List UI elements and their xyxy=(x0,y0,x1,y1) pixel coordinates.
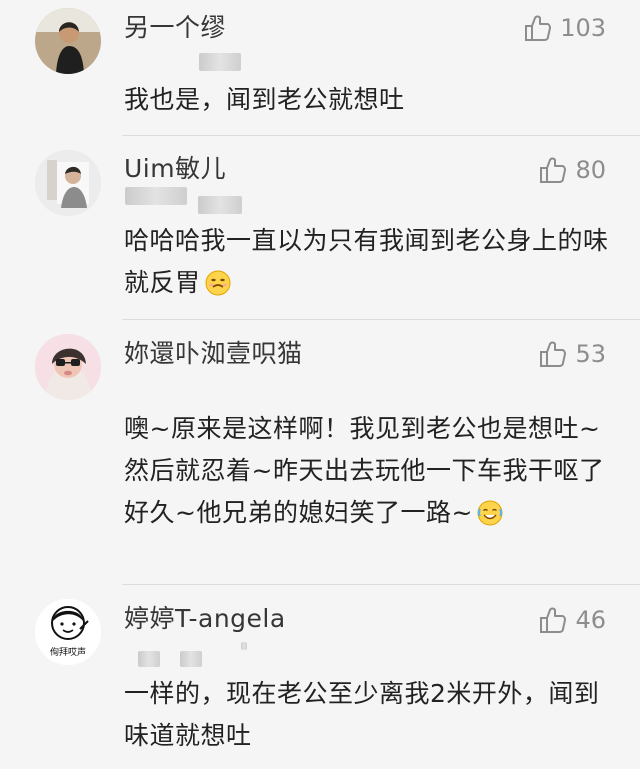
redacted-info xyxy=(241,642,247,650)
redacted-info xyxy=(138,651,160,667)
thumbs-up-icon xyxy=(540,157,567,183)
avatar-image xyxy=(35,334,101,400)
comment-text-content: 噢~原来是这样啊！我见到老公也是想吐~然后就忍着~昨天出去玩他一下车我干呕了好久… xyxy=(124,414,605,527)
avatar[interactable]: 侚拜哎声 xyxy=(35,599,101,665)
like-count: 46 xyxy=(575,606,606,634)
avatar[interactable] xyxy=(35,334,101,400)
like-button[interactable]: 103 xyxy=(524,14,606,42)
thumbs-up-icon xyxy=(525,15,552,41)
like-button[interactable]: 53 xyxy=(539,340,606,368)
embarrassed-emoji xyxy=(205,267,231,296)
redacted-info xyxy=(199,53,241,71)
comment-text: 噢~原来是这样啊！我见到老公也是想吐~然后就忍着~昨天出去玩他一下车我干呕了好久… xyxy=(124,408,609,534)
comment-item-4: 侚拜哎声 婷婷T-angela 46 一样的，现在老公至少离我2米开外，闻到味道… xyxy=(0,585,640,769)
like-button[interactable]: 46 xyxy=(539,606,606,634)
comment-item-3: 妳還卟洳壹呮猫 53 噢~原来是这样啊！我见到老公也是想吐~然后就忍着~昨天出去… xyxy=(0,320,640,584)
username[interactable]: 婷婷T-angela xyxy=(124,604,286,634)
comment-text: 一样的，现在老公至少离我2米开外，闻到味道就想吐 xyxy=(124,679,600,750)
username[interactable]: 另一个缪 xyxy=(124,13,226,43)
avatar-image: 侚拜哎声 xyxy=(35,599,101,665)
laughing-crying-emoji xyxy=(477,497,503,526)
comment-item-2: Uim敏儿 80 哈哈哈我一直以为只有我闻到老公身上的味就反胃 xyxy=(0,136,640,319)
comment-item-1: 另一个缪 103 我也是，闻到老公就想吐 xyxy=(0,0,640,135)
comment-text: 哈哈哈我一直以为只有我闻到老公身上的味就反胃 xyxy=(124,220,609,304)
like-count: 80 xyxy=(575,156,606,184)
avatar[interactable] xyxy=(35,150,101,216)
redacted-info xyxy=(198,196,242,214)
redacted-info xyxy=(180,651,202,667)
svg-text:侚拜哎声: 侚拜哎声 xyxy=(50,646,86,658)
comment-text: 我也是，闻到老公就想吐 xyxy=(124,85,405,114)
like-button[interactable]: 80 xyxy=(539,156,606,184)
avatar[interactable] xyxy=(35,8,101,74)
username[interactable]: 妳還卟洳壹呮猫 xyxy=(124,339,303,369)
username[interactable]: Uim敏儿 xyxy=(124,154,226,184)
thumbs-up-icon xyxy=(540,341,567,367)
like-count: 53 xyxy=(575,340,606,368)
avatar-image xyxy=(35,150,101,216)
thumbs-up-icon xyxy=(540,607,567,633)
comment-text-content: 哈哈哈我一直以为只有我闻到老公身上的味就反胃 xyxy=(124,226,609,297)
like-count: 103 xyxy=(560,14,606,42)
avatar-image xyxy=(35,8,101,74)
redacted-info xyxy=(125,187,187,205)
